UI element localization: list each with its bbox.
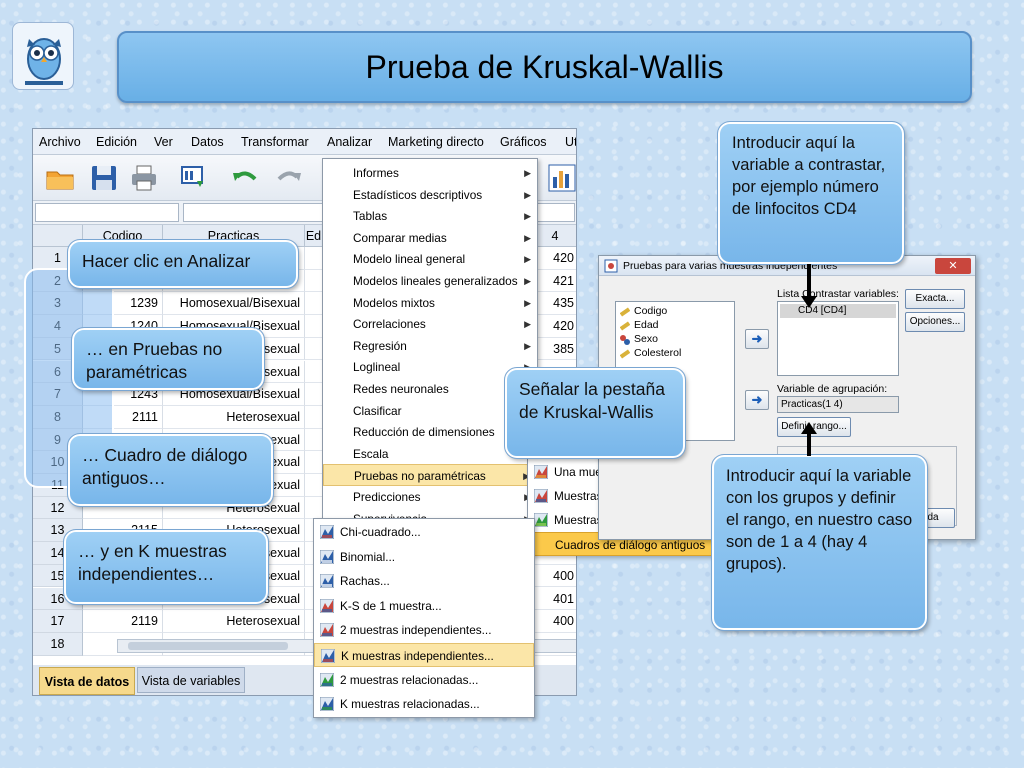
- arrow-down-icon: [801, 264, 817, 308]
- arrow-up-icon: [801, 422, 817, 456]
- annotation-arrows: [801, 264, 817, 456]
